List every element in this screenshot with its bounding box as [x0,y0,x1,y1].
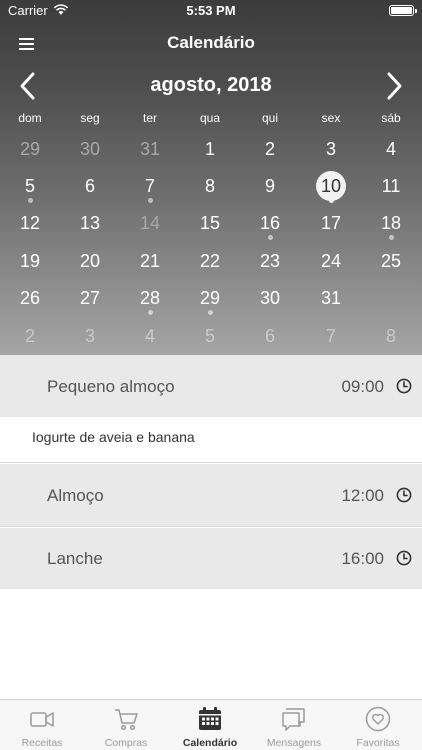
calendar-day-selected[interactable]: 10 [311,172,351,200]
clock-icon [396,378,412,394]
month-row: agosto, 2018 [0,66,422,104]
calendar-day[interactable]: 3 [70,322,110,350]
nav-bar: Calendário [0,22,422,66]
tab-label: Receitas [21,737,63,749]
event-dot [328,198,334,203]
weekday-label: dom [18,111,42,125]
calendar-day[interactable]: 21 [130,247,170,275]
calendar-day[interactable]: 7 [311,322,351,350]
heart-icon [365,706,391,732]
meal-header-breakfast[interactable]: Pequeno almoço 09:00 [0,355,422,417]
month-label: agosto, 2018 [150,74,272,96]
calendar-day[interactable]: 23 [250,247,290,275]
tab-compras[interactable]: Compras [84,700,168,750]
calendar-day[interactable]: 24 [311,247,351,275]
calendar-day[interactable]: 19 [10,247,50,275]
calendar-day[interactable]: 26 [10,284,50,312]
calendar-day[interactable]: 22 [190,247,230,275]
event-dot [207,310,213,315]
tab-label: Mensagens [266,737,322,749]
calendar-day[interactable]: 29 [190,284,230,312]
calendar-day[interactable]: 3 [311,135,351,163]
calendar-day[interactable]: 13 [70,209,110,237]
calendar-day[interactable]: 8 [190,172,230,200]
status-time: 5:53 PM [186,3,236,18]
tab-receitas[interactable]: Receitas [0,700,84,750]
tab-label: Compras [104,737,148,749]
tab-calendario[interactable]: Calendário [168,700,252,750]
meal-time: 12:00 [341,486,384,505]
tab-mensagens[interactable]: Mensagens [252,700,336,750]
calendar-day[interactable]: 5 [190,322,230,350]
calendar-day[interactable]: 28 [130,284,170,312]
calendar-day[interactable]: 9 [250,172,290,200]
weekday-label: qua [199,111,221,125]
calendar-icon [199,707,221,730]
weekday-header: dom seg ter qua qui sex sáb [0,111,422,127]
calendar-day[interactable]: 30 [70,135,110,163]
calendar-day[interactable] [371,284,411,312]
event-dot [267,235,273,240]
tab-favoritas[interactable]: Favoritas [336,700,420,750]
meal-time: 09:00 [341,377,384,396]
tab-label: Favoritas [356,737,400,749]
calendar-day[interactable]: 5 [10,172,50,200]
calendar-day[interactable]: 12 [10,209,50,237]
event-dot [147,310,153,315]
calendar-day[interactable]: 31 [311,284,351,312]
meal-note-row[interactable]: Iogurte de aveia e banana [0,417,422,462]
meal-header-snack[interactable]: Lanche 16:00 [0,528,422,589]
next-month-button[interactable] [378,70,408,102]
calendar-day[interactable]: 4 [130,322,170,350]
calendar-day[interactable]: 25 [371,247,411,275]
meal-time: 16:00 [341,549,384,568]
clock-icon [396,487,412,503]
meal-note: Iogurte de aveia e banana [32,429,195,445]
battery-icon [389,5,417,16]
calendar-day[interactable]: 2 [10,322,50,350]
weekday-label: sáb [381,111,401,125]
meal-name: Almoço [47,486,104,505]
weekday-label: seg [80,111,100,125]
weekday-label: ter [142,111,157,125]
calendar-day[interactable]: 7 [130,172,170,200]
meal-header-lunch[interactable]: Almoço 12:00 [0,464,422,526]
calendar-day[interactable]: 6 [70,172,110,200]
calendar-day[interactable]: 27 [70,284,110,312]
weekday-label: qui [261,111,278,125]
divider [0,462,422,463]
tab-bar: Receitas Compras Calendário Mensagens Fa… [0,699,422,750]
event-dot [147,198,153,203]
calendar-day[interactable]: 17 [311,209,351,237]
chevron-right-icon [387,72,402,100]
calendar-day[interactable]: 6 [250,322,290,350]
page-title: Calendário [167,33,255,52]
calendar-day[interactable]: 29 [10,135,50,163]
calendar-day[interactable]: 11 [371,172,411,200]
calendar-day[interactable]: 2 [250,135,290,163]
calendar-day[interactable]: 31 [130,135,170,163]
meal-name: Lanche [47,549,103,568]
meal-name: Pequeno almoço [47,377,175,396]
event-dot [27,198,33,203]
video-camera-icon [30,712,54,727]
calendar-day[interactable]: 4 [371,135,411,163]
calendar-day[interactable]: 18 [371,209,411,237]
event-dot [388,235,394,240]
calendar-day[interactable]: 20 [70,247,110,275]
calendar-day[interactable]: 8 [371,322,411,350]
calendar-day[interactable]: 1 [190,135,230,163]
divider [0,526,422,527]
calendar-header-area: Carrier 5:53 PM Calendário agosto, 2018 [0,0,422,355]
weekday-label: sex [321,111,341,125]
calendar-day[interactable]: 14 [130,209,170,237]
calendar-day[interactable]: 15 [190,209,230,237]
calendar-day[interactable]: 30 [250,284,290,312]
chat-bubbles-icon [282,708,305,731]
status-bar: Carrier 5:53 PM [0,0,422,22]
shopping-cart-icon [115,709,138,731]
clock-icon [396,550,412,566]
tab-label: Calendário [182,737,238,749]
calendar-day[interactable]: 16 [250,209,290,237]
